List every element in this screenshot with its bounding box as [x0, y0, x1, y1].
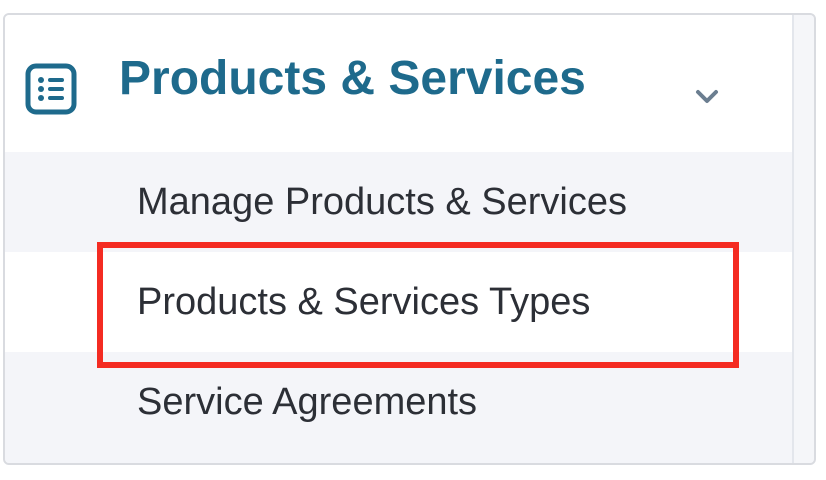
menu-item-label: Service Agreements	[137, 381, 478, 423]
menu-item-service-agreements[interactable]: Service Agreements	[5, 352, 792, 463]
menu-item-manage-products-services[interactable]: Manage Products & Services	[5, 152, 792, 252]
menu-item-label: Products & Services Types	[137, 281, 591, 323]
menu-title: Products & Services	[119, 52, 586, 105]
scrollbar-track[interactable]	[792, 15, 814, 463]
menu-item-products-services-types[interactable]: Products & Services Types	[5, 252, 792, 352]
menu-item-label: Manage Products & Services	[137, 181, 628, 223]
products-services-menu: Products & Services Manage Products & Se…	[3, 13, 816, 465]
list-icon	[25, 63, 77, 115]
chevron-down-icon[interactable]	[693, 87, 721, 107]
menu-header[interactable]: Products & Services	[5, 15, 792, 152]
